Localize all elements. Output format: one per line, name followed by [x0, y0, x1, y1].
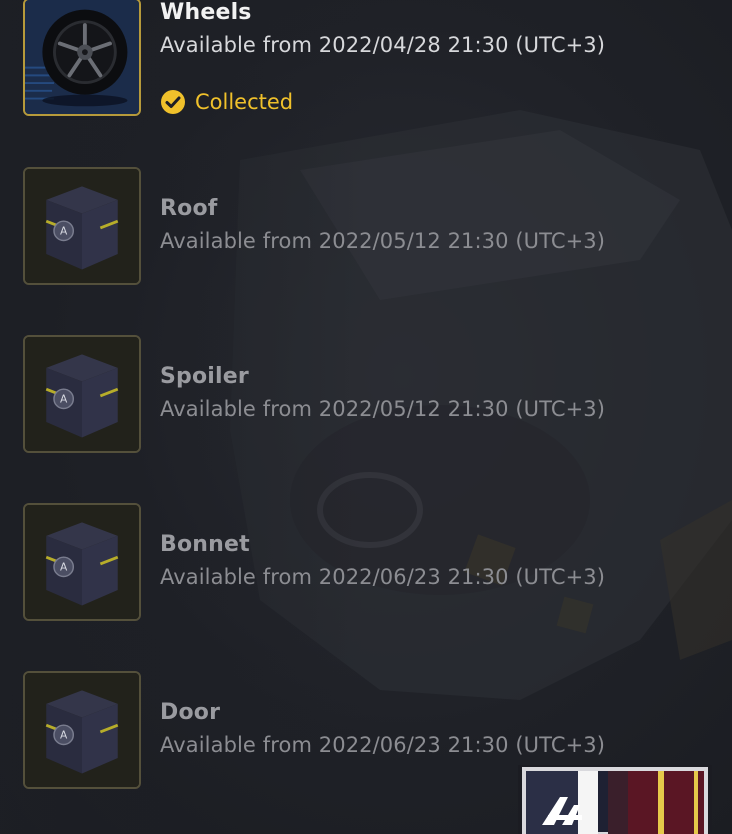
- roof-thumbnail: A: [23, 167, 141, 285]
- svg-text:A: A: [60, 225, 68, 238]
- item-availability: Available from 2022/06/23 21:30 (UTC+3): [160, 565, 606, 589]
- item-availability: Available from 2022/06/23 21:30 (UTC+3): [160, 733, 606, 757]
- item-name: Door: [160, 700, 221, 725]
- collected-status: Collected: [160, 88, 293, 116]
- mystery-box-icon: A: [25, 673, 139, 787]
- svg-text:A: A: [60, 561, 68, 574]
- mystery-box-icon: A: [25, 337, 139, 451]
- item-name: Roof: [160, 196, 218, 221]
- collection-list-screen: Wheels Available from 2022/04/28 21:30 (…: [0, 0, 732, 834]
- list-item-spoiler[interactable]: A Spoiler Available from 2022/05/12 21:3…: [0, 335, 732, 455]
- list-item-wheels[interactable]: Wheels Available from 2022/04/28 21:30 (…: [0, 0, 732, 120]
- item-availability: Available from 2022/05/12 21:30 (UTC+3): [160, 397, 606, 421]
- item-availability: Available from 2022/04/28 21:30 (UTC+3): [160, 33, 606, 57]
- list-item-roof[interactable]: A Roof Available from 2022/05/12 21:30 (…: [0, 167, 732, 287]
- wheels-thumbnail: [23, 0, 141, 116]
- checkmark-circle-icon: [161, 90, 185, 114]
- mystery-box-icon: A: [25, 505, 139, 619]
- item-availability: Available from 2022/05/12 21:30 (UTC+3): [160, 229, 606, 253]
- svg-text:A: A: [60, 729, 68, 742]
- crate-reward-icon[interactable]: [518, 765, 712, 834]
- wheel-icon: [25, 0, 139, 114]
- door-thumbnail: A: [23, 671, 141, 789]
- bonnet-thumbnail: A: [23, 503, 141, 621]
- item-name: Wheels: [160, 0, 252, 25]
- mystery-box-icon: A: [25, 169, 139, 283]
- list-item-bonnet[interactable]: A Bonnet Available from 2022/06/23 21:30…: [0, 503, 732, 623]
- spoiler-thumbnail: A: [23, 335, 141, 453]
- collected-label: Collected: [195, 90, 294, 114]
- svg-text:A: A: [60, 393, 68, 406]
- item-name: Bonnet: [160, 532, 250, 557]
- item-name: Spoiler: [160, 364, 249, 389]
